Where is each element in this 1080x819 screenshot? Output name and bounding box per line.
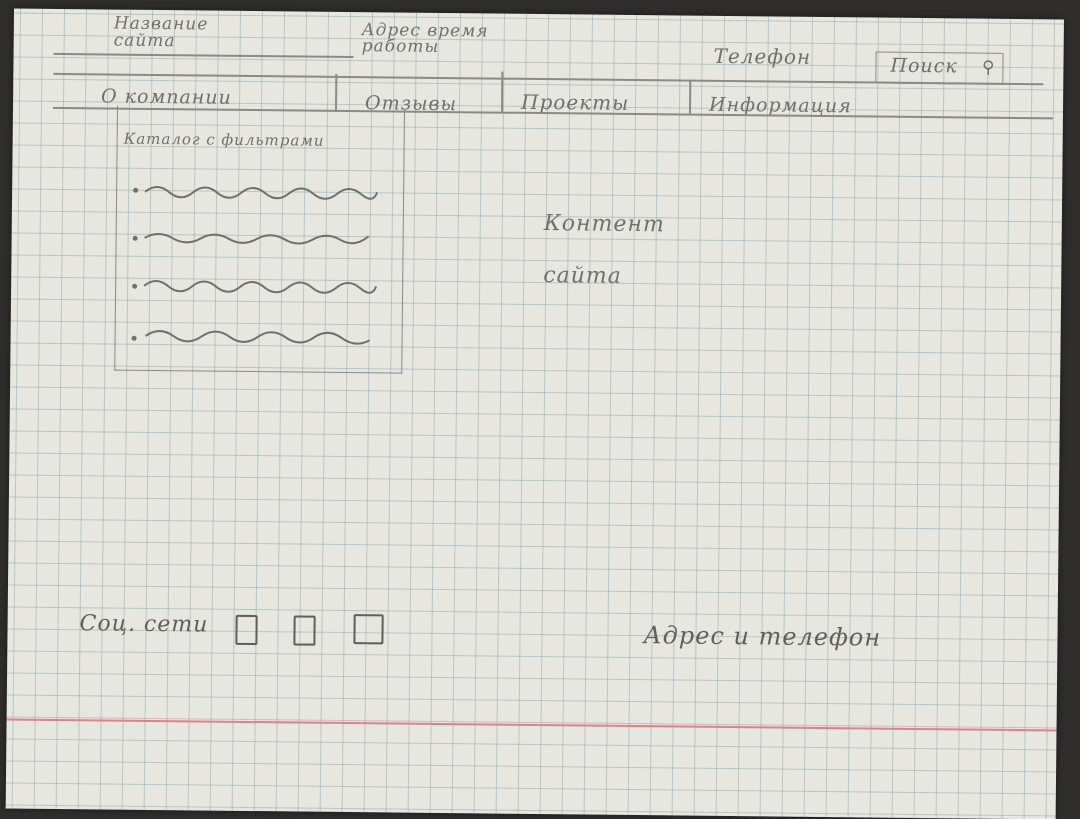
search-label: Поиск (890, 54, 958, 78)
paper-sheet: Название сайта Адрес время работы Телефо… (5, 8, 1064, 819)
catalog-item-bullet (133, 187, 139, 193)
catalog-item-bullet (132, 235, 138, 241)
nav-divider-2 (500, 71, 503, 112)
address-hours: Адрес время работы (361, 20, 489, 57)
catalog-filter-panel: Каталог с фильтрами (114, 105, 406, 374)
search-icon: ⚲ (981, 57, 995, 78)
social-icon-1[interactable] (235, 614, 258, 646)
social-icon-3[interactable] (353, 614, 384, 645)
social-icon-2[interactable] (293, 615, 316, 646)
nav-divider-1 (334, 73, 337, 112)
footer-contacts: Адрес и телефон (643, 621, 882, 652)
catalog-item-1[interactable] (143, 174, 379, 206)
catalog-item-bullet (132, 283, 138, 289)
phone-number[interactable]: Телефон (713, 44, 811, 69)
nav-divider-3 (688, 79, 691, 114)
header-underline-left (53, 52, 354, 58)
social-label: Соц. сети (79, 611, 209, 638)
site-name[interactable]: Название сайта (114, 14, 234, 52)
main-content-label: Контент сайта (543, 211, 665, 289)
catalog-item-2[interactable] (142, 222, 378, 254)
catalog-title: Каталог с фильтрами (123, 129, 325, 150)
catalog-item-4[interactable] (141, 320, 377, 352)
catalog-item-3[interactable] (142, 270, 378, 302)
paper-margin-line (6, 718, 1057, 732)
search-box[interactable]: Поиск ⚲ (875, 51, 1004, 85)
catalog-item-bullet (131, 335, 137, 341)
